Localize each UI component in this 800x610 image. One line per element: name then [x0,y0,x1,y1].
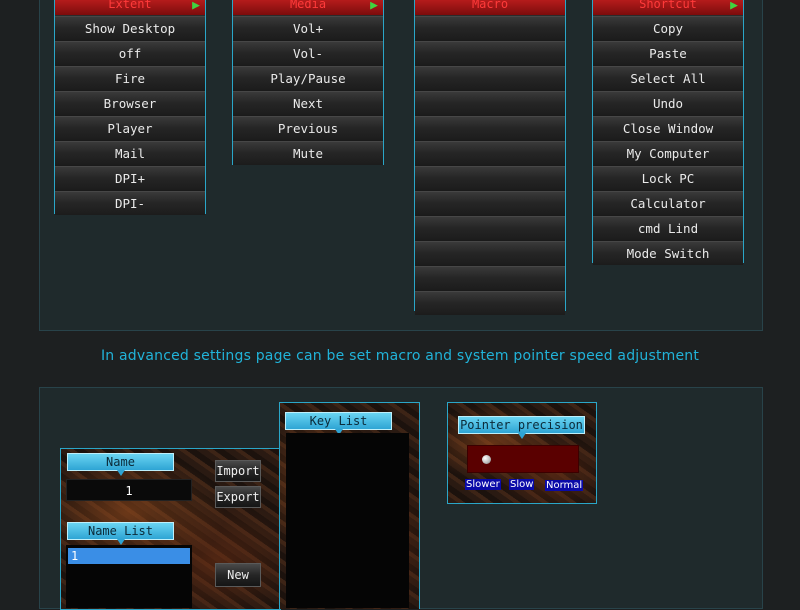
macro-slot[interactable] [415,91,565,115]
speed-label-normal: Normal [545,480,584,491]
menu-item-fire[interactable]: Fire [55,66,205,90]
name-list-box[interactable]: 1 [66,545,192,608]
menu-header-label: Shortcut [639,0,697,11]
menu-item-vol-up[interactable]: Vol+ [233,16,383,40]
chevron-right-icon: ▶ [370,0,378,13]
menu-item-select-all[interactable]: Select All [593,66,743,90]
macro-slot[interactable] [415,241,565,265]
menu-item-next[interactable]: Next [233,91,383,115]
menu-item-copy[interactable]: Copy [593,16,743,40]
macro-slot[interactable] [415,141,565,165]
menu-item-vol-down[interactable]: Vol- [233,41,383,65]
macro-slot[interactable] [415,16,565,40]
slider-thumb[interactable] [482,455,491,464]
speed-label-slow: Slow [509,479,535,490]
key-list-box[interactable] [286,433,409,608]
menu-header-macro[interactable]: Macro [415,0,565,16]
menu-header-shortcut[interactable]: Shortcut ▶ [593,0,743,16]
section-caption: In advanced settings page can be set mac… [100,348,700,364]
macro-slot[interactable] [415,291,565,315]
menu-header-label: Media [289,0,327,11]
menu-item-mute[interactable]: Mute [233,141,383,165]
menu-item-undo[interactable]: Undo [593,91,743,115]
name-list-label: Name List [67,522,174,545]
menu-header-label: Macro [471,0,509,11]
macro-slot[interactable] [415,66,565,90]
macro-slot[interactable] [415,41,565,65]
macro-slot[interactable] [415,191,565,215]
menu-item-play-pause[interactable]: Play/Pause [233,66,383,90]
pointer-speed-slider[interactable] [467,445,579,473]
macro-slot[interactable] [415,266,565,290]
menu-shortcut: Shortcut ▶ Copy Paste Select All Undo Cl… [592,0,744,265]
chevron-right-icon: ▶ [730,0,738,13]
menu-item-lock-pc[interactable]: Lock PC [593,166,743,190]
menu-header-extent[interactable]: Extent ▶ [55,0,205,16]
speed-label-slower: Slower [465,479,501,490]
pointer-precision-title: Pointer precision [458,416,585,439]
name-label: Name [67,453,174,476]
import-button[interactable]: Import [215,460,261,482]
menu-media: Media ▶ Vol+ Vol- Play/Pause Next Previo… [232,0,384,165]
menu-item-player[interactable]: Player [55,116,205,140]
chevron-right-icon: ▶ [192,0,200,13]
menu-item-paste[interactable]: Paste [593,41,743,65]
menu-item-previous[interactable]: Previous [233,116,383,140]
menu-item-close-window[interactable]: Close Window [593,116,743,140]
menu-macro: Macro [414,0,566,315]
menu-item-mail[interactable]: Mail [55,141,205,165]
name-input[interactable]: 1 [66,479,192,501]
menu-item-my-computer[interactable]: My Computer [593,141,743,165]
macro-slot[interactable] [415,216,565,240]
menu-item-browser[interactable]: Browser [55,91,205,115]
menu-item-show-desktop[interactable]: Show Desktop [55,16,205,40]
menu-item-off[interactable]: off [55,41,205,65]
menu-header-media[interactable]: Media ▶ [233,0,383,16]
menu-extent: Extent ▶ Show Desktop off Fire Browser P… [54,0,206,215]
macro-slot[interactable] [415,166,565,190]
new-button[interactable]: New [215,563,261,587]
menu-item-calculator[interactable]: Calculator [593,191,743,215]
menu-header-label: Extent [108,0,152,11]
macro-slot[interactable] [415,116,565,140]
menu-item-cmd-lind[interactable]: cmd Lind [593,216,743,240]
export-button[interactable]: Export [215,486,261,508]
name-list-item[interactable]: 1 [68,548,190,564]
menu-item-dpi-plus[interactable]: DPI+ [55,166,205,190]
menu-item-dpi-minus[interactable]: DPI- [55,191,205,215]
menu-item-mode-switch[interactable]: Mode Switch [593,241,743,265]
key-list-label: Key List [285,412,392,435]
